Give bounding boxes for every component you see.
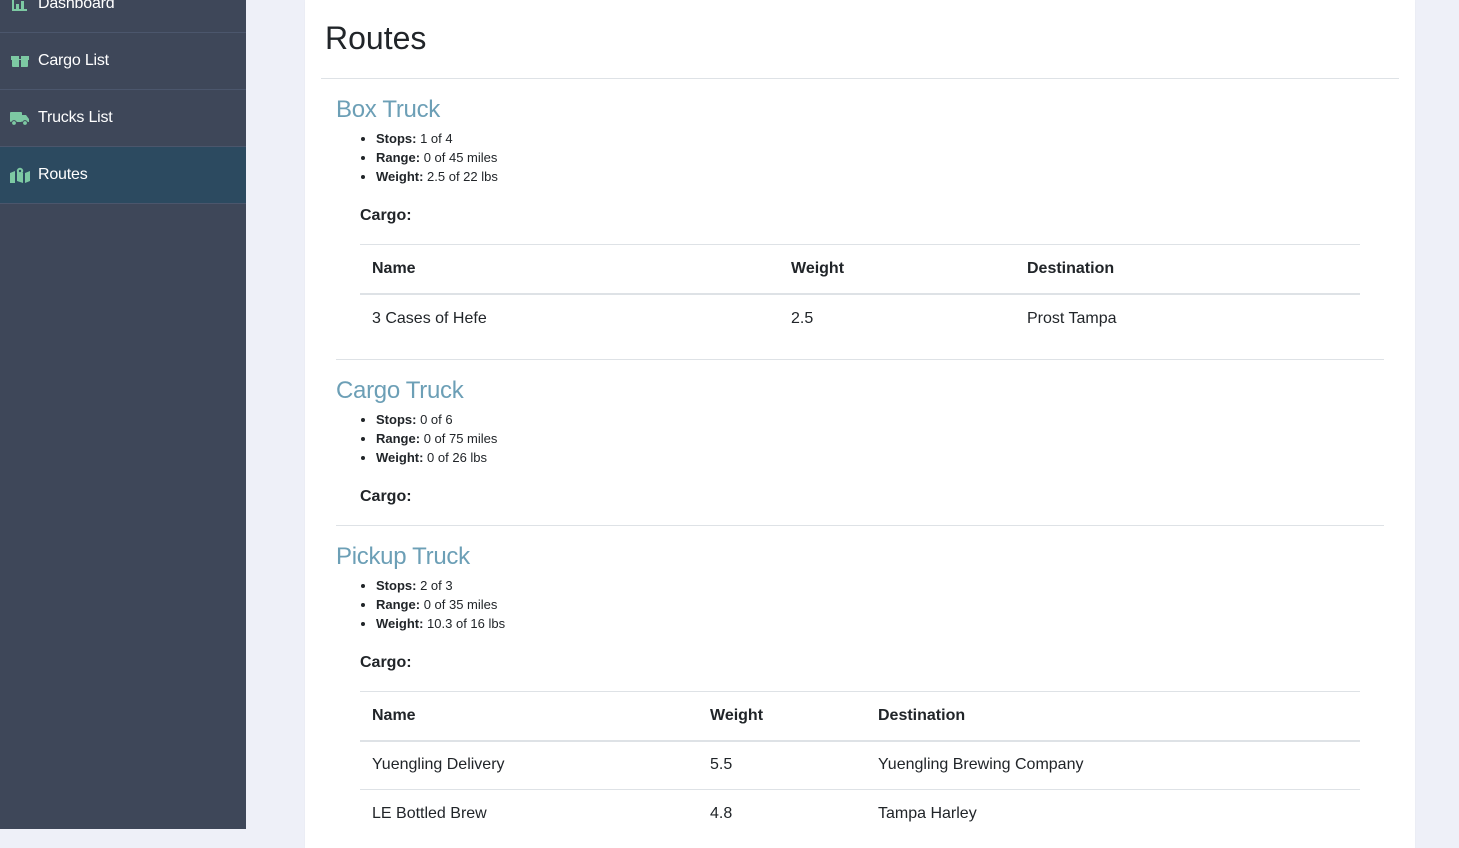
stat-range: Range: 0 of 75 miles (376, 429, 1384, 448)
truck-section-cargo-truck: Cargo Truck Stops: 0 of 6 Range: 0 of 75… (336, 376, 1384, 526)
routes-card: Routes Box Truck Stops: 1 of 4 Range: 0 … (305, 0, 1415, 848)
truck-name[interactable]: Pickup Truck (336, 542, 1384, 572)
sidebar-item-label: Trucks List (38, 109, 113, 126)
section-divider (336, 359, 1384, 360)
truck-stats: Stops: 2 of 3 Range: 0 of 35 miles Weigh… (336, 576, 1384, 633)
table-row: 3 Cases of Hefe 2.5 Prost Tampa (360, 293, 1360, 343)
stat-range: Range: 0 of 35 miles (376, 595, 1384, 614)
truck-stats: Stops: 1 of 4 Range: 0 of 45 miles Weigh… (336, 129, 1384, 186)
table-row: Yuengling Delivery 5.5 Yuengling Brewing… (360, 740, 1360, 790)
truck-section-box-truck: Box Truck Stops: 1 of 4 Range: 0 of 45 m… (336, 95, 1384, 360)
cargo-table: Name Weight Destination 3 Cases of Hefe … (360, 244, 1360, 343)
stat-value: 2.5 of 22 lbs (427, 169, 498, 184)
cargo-heading: Cargo: (360, 654, 412, 671)
stat-label: Stops: (376, 412, 417, 427)
page-title: Routes (325, 20, 427, 56)
section-divider (336, 525, 1384, 526)
column-header-name: Name (360, 244, 779, 295)
column-header-destination: Destination (1015, 244, 1360, 295)
cell-weight: 5.5 (698, 740, 866, 790)
table-header-row: Name Weight Destination (360, 244, 1360, 295)
boxes-icon (10, 53, 30, 69)
stat-weight: Weight: 10.3 of 16 lbs (376, 614, 1384, 633)
truck-icon (10, 110, 30, 126)
sidebar-item-label: Cargo List (38, 52, 109, 69)
stat-label: Weight: (376, 616, 424, 631)
stat-range: Range: 0 of 45 miles (376, 148, 1384, 167)
stat-value: 0 of 45 miles (423, 150, 498, 165)
column-header-destination: Destination (866, 691, 1360, 742)
cell-name: Yuengling Delivery (360, 740, 698, 790)
stat-value: 1 of 4 (420, 131, 453, 146)
sidebar-item-label: Dashboard (38, 0, 115, 12)
truck-name[interactable]: Box Truck (336, 95, 1384, 125)
stat-value: 0 of 26 lbs (427, 450, 488, 465)
cargo-heading: Cargo: (360, 488, 412, 505)
stat-value: 2 of 3 (420, 578, 453, 593)
chart-icon (10, 0, 30, 12)
cell-name: 3 Cases of Hefe (360, 293, 779, 343)
stat-label: Weight: (376, 169, 424, 184)
truck-section-pickup-truck: Pickup Truck Stops: 2 of 3 Range: 0 of 3… (336, 542, 1384, 848)
sidebar-item-routes[interactable]: Routes (0, 147, 246, 204)
column-header-name: Name (360, 691, 698, 742)
stat-label: Stops: (376, 131, 417, 146)
stat-label: Range: (376, 431, 421, 446)
stat-value: 0 of 35 miles (423, 597, 498, 612)
column-header-weight: Weight (698, 691, 866, 742)
stat-value: 10.3 of 16 lbs (427, 616, 506, 631)
stat-weight: Weight: 0 of 26 lbs (376, 448, 1384, 467)
stat-weight: Weight: 2.5 of 22 lbs (376, 167, 1384, 186)
stat-stops: Stops: 1 of 4 (376, 129, 1384, 148)
sidebar-item-dashboard[interactable]: Dashboard (0, 0, 246, 33)
stat-value: 0 of 75 miles (423, 431, 498, 446)
table-row: LE Bottled Brew 4.8 Tampa Harley (360, 789, 1360, 839)
sidebar: Dashboard Cargo List Trucks List Routes (0, 0, 246, 829)
map-marked-icon (10, 167, 30, 183)
cargo-heading: Cargo: (360, 207, 412, 224)
sidebar-item-cargo-list[interactable]: Cargo List (0, 33, 246, 90)
truck-stats: Stops: 0 of 6 Range: 0 of 75 miles Weigh… (336, 410, 1384, 467)
cell-destination: Prost Tampa (1015, 293, 1360, 343)
stat-value: 0 of 6 (420, 412, 453, 427)
sidebar-item-trucks-list[interactable]: Trucks List (0, 90, 246, 147)
sidebar-item-label: Routes (38, 166, 88, 183)
stat-label: Stops: (376, 578, 417, 593)
stat-label: Weight: (376, 450, 424, 465)
cell-weight: 4.8 (698, 789, 866, 839)
title-divider (321, 78, 1399, 79)
column-header-weight: Weight (779, 244, 1015, 295)
stat-label: Range: (376, 597, 421, 612)
stat-label: Range: (376, 150, 421, 165)
cargo-table: Name Weight Destination Yuengling Delive… (360, 691, 1360, 839)
cell-destination: Tampa Harley (866, 789, 1360, 839)
stat-stops: Stops: 2 of 3 (376, 576, 1384, 595)
cell-destination: Yuengling Brewing Company (866, 740, 1360, 790)
truck-name[interactable]: Cargo Truck (336, 376, 1384, 406)
cell-weight: 2.5 (779, 293, 1015, 343)
stat-stops: Stops: 0 of 6 (376, 410, 1384, 429)
cell-name: LE Bottled Brew (360, 789, 698, 839)
table-header-row: Name Weight Destination (360, 691, 1360, 742)
